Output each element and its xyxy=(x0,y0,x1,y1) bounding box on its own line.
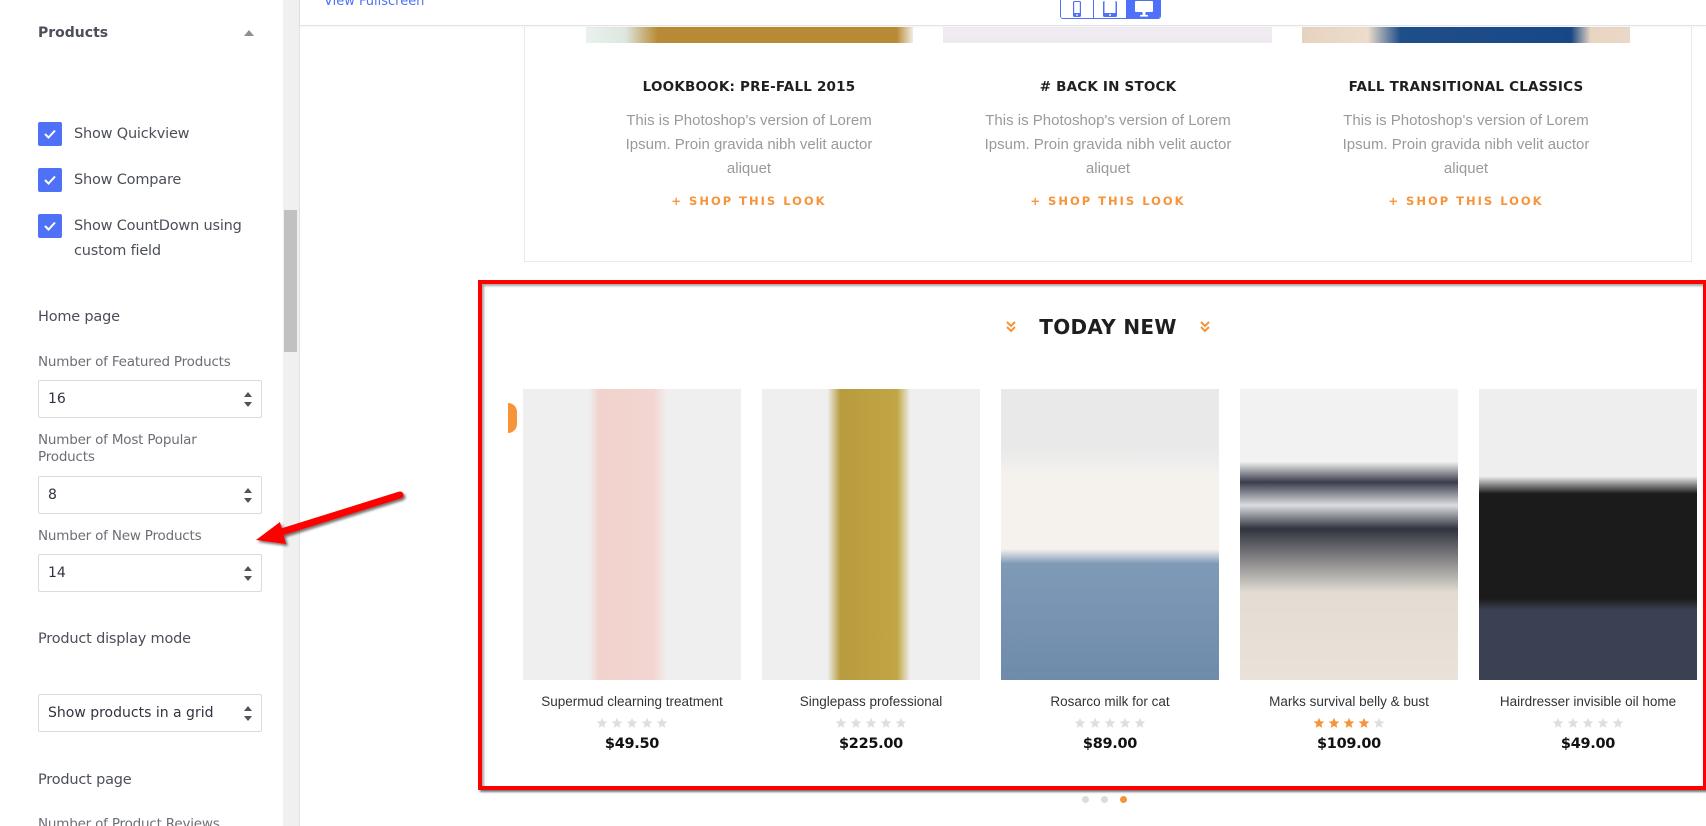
new-products-label: Number of New Products xyxy=(38,528,202,544)
show-countdown-label: Show CountDown using custom field xyxy=(74,214,242,264)
new-products-value: 14 xyxy=(48,565,66,581)
desktop-icon xyxy=(1134,0,1153,17)
carousel-dot-active[interactable] xyxy=(1120,796,1127,803)
sidebar-scrollbar-thumb[interactable] xyxy=(284,210,297,352)
section-title-products[interactable]: Products xyxy=(38,25,108,41)
lookbook-image[interactable] xyxy=(586,27,913,43)
featured-products-label: Number of Featured Products xyxy=(38,354,231,370)
checkmark-icon xyxy=(44,129,56,139)
new-products-stepper[interactable]: 14 xyxy=(38,554,262,592)
popular-products-stepper[interactable]: 8 xyxy=(38,476,262,514)
theme-settings-sidebar: Products Show Quickview Show Compare Sho… xyxy=(0,0,283,826)
show-quickview-label: Show Quickview xyxy=(74,126,190,142)
storefront-preview: LOOKBOOK: PRE-FALL 2015 This is Photosho… xyxy=(300,27,1706,826)
spinner-arrows-icon[interactable] xyxy=(244,566,252,581)
popular-products-label: Number of Most Popular Products xyxy=(38,432,258,466)
featured-products-stepper[interactable]: 16 xyxy=(38,380,262,418)
show-countdown-label-line2: custom field xyxy=(74,243,161,259)
lookbook-description: This is Photoshop's version of Lorem Ips… xyxy=(625,112,873,177)
show-countdown-checkbox[interactable] xyxy=(38,214,62,238)
lookbook-image[interactable] xyxy=(1302,27,1630,43)
view-fullscreen-link[interactable]: View Fullscreen xyxy=(324,0,424,9)
collapse-caret-icon[interactable] xyxy=(244,30,254,36)
carousel-pagination xyxy=(1082,796,1127,803)
tablet-icon xyxy=(1103,0,1117,17)
shop-this-look-link[interactable]: + SHOP THIS LOOK xyxy=(1030,194,1185,208)
carousel-dot[interactable] xyxy=(1101,796,1108,803)
shop-this-look-link[interactable]: + SHOP THIS LOOK xyxy=(671,194,826,208)
annotation-arrow-icon xyxy=(256,491,404,544)
shop-this-look-link[interactable]: + SHOP THIS LOOK xyxy=(1388,194,1543,208)
carousel-dot[interactable] xyxy=(1082,796,1089,803)
show-compare-checkbox[interactable] xyxy=(38,168,62,192)
popular-products-value: 8 xyxy=(48,487,57,503)
lookbook-item: FALL TRANSITIONAL CLASSICS This is Photo… xyxy=(1301,79,1631,210)
home-page-heading: Home page xyxy=(38,309,120,325)
sidebar-scrollbar-track[interactable] xyxy=(283,0,299,826)
show-countdown-option[interactable]: Show CountDown using custom field xyxy=(38,214,242,264)
checkmark-icon xyxy=(44,175,56,185)
mobile-icon xyxy=(1073,0,1081,17)
product-page-heading: Product page xyxy=(38,772,132,788)
device-toggle-group xyxy=(1060,0,1161,19)
featured-products-value: 16 xyxy=(48,391,66,407)
display-mode-select[interactable]: Show products in a grid xyxy=(38,694,262,732)
preview-toolbar: View Fullscreen xyxy=(300,0,1706,26)
product-reviews-label: Number of Product Reviews xyxy=(38,816,220,826)
show-compare-option[interactable]: Show Compare xyxy=(38,168,181,193)
spinner-arrows-icon[interactable] xyxy=(244,392,252,407)
lookbook-title: # BACK IN STOCK xyxy=(1039,79,1177,95)
lookbook-description: This is Photoshop's version of Lorem Ips… xyxy=(984,112,1232,177)
display-mode-selected: Show products in a grid xyxy=(48,705,214,721)
lookbook-image[interactable] xyxy=(943,27,1272,43)
popular-products-label-line1: Number of Most Popular xyxy=(38,432,197,448)
mobile-view-button[interactable] xyxy=(1061,0,1094,18)
show-countdown-label-line1: Show CountDown using xyxy=(74,218,242,234)
checkmark-icon xyxy=(44,221,56,231)
lookbook-title: LOOKBOOK: PRE-FALL 2015 xyxy=(642,79,856,95)
lookbook-description: This is Photoshop's version of Lorem Ips… xyxy=(1342,112,1590,177)
annotation-highlight-box xyxy=(478,280,1706,790)
display-mode-heading: Product display mode xyxy=(38,631,191,647)
lookbook-item: # BACK IN STOCK This is Photoshop's vers… xyxy=(943,79,1273,210)
lookbook-item: LOOKBOOK: PRE-FALL 2015 This is Photosho… xyxy=(584,79,914,210)
show-quickview-checkbox[interactable] xyxy=(38,122,62,146)
desktop-view-button[interactable] xyxy=(1127,0,1160,18)
tablet-view-button[interactable] xyxy=(1094,0,1127,18)
popular-products-label-line2: Products xyxy=(38,449,95,465)
lookbook-title: FALL TRANSITIONAL CLASSICS xyxy=(1348,79,1584,95)
show-compare-label: Show Compare xyxy=(74,172,182,188)
show-quickview-option[interactable]: Show Quickview xyxy=(38,122,190,147)
select-arrows-icon[interactable] xyxy=(244,706,252,721)
